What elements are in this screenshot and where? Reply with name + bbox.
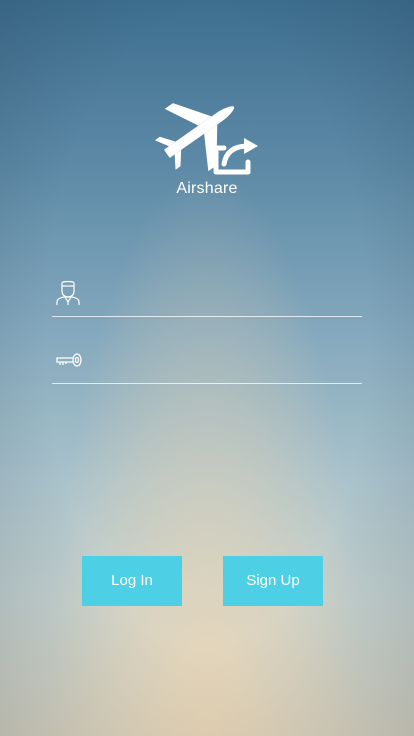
airplane-share-icon <box>154 103 258 175</box>
username-field[interactable] <box>52 272 362 317</box>
user-icon <box>55 280 81 311</box>
login-button[interactable]: Log In <box>82 556 182 606</box>
app-name: Airshare <box>176 180 238 197</box>
username-input[interactable] <box>94 278 362 312</box>
password-input[interactable] <box>94 345 362 379</box>
key-icon <box>55 347 83 378</box>
signup-button[interactable]: Sign Up <box>223 556 323 606</box>
password-field[interactable] <box>52 339 362 384</box>
app-logo: Airshare <box>0 96 414 198</box>
